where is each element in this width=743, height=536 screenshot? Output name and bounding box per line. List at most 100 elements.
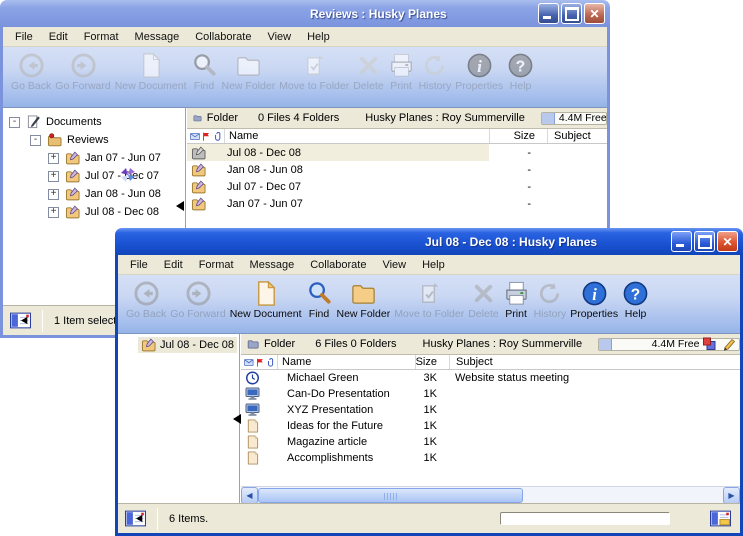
- help-button[interactable]: Help: [505, 52, 536, 92]
- go-back-button[interactable]: Go Back: [124, 280, 168, 320]
- go-back-icon: [133, 280, 160, 307]
- menu-file[interactable]: File: [7, 29, 41, 45]
- free-space-fill: [599, 339, 612, 350]
- menu-help[interactable]: Help: [414, 257, 453, 273]
- menu-bar: File Edit Format Message Collaborate Vie…: [118, 255, 740, 275]
- progress-indicator: [500, 512, 670, 525]
- scroll-right-button[interactable]: ▶: [723, 487, 740, 503]
- close-button[interactable]: [717, 231, 738, 252]
- expander[interactable]: -: [9, 117, 20, 128]
- window-view-icon[interactable]: [702, 337, 716, 351]
- delete-button[interactable]: Delete: [466, 280, 500, 320]
- menu-help[interactable]: Help: [299, 29, 338, 45]
- minimize-button[interactable]: [671, 231, 692, 252]
- expander[interactable]: +: [48, 189, 59, 200]
- folder-icon: [65, 151, 80, 165]
- properties-button[interactable]: Properties: [453, 52, 505, 92]
- list-item-ideas[interactable]: Ideas for the Future 1K: [241, 418, 740, 434]
- flag-columns[interactable]: [187, 129, 224, 143]
- tree-item-reviews[interactable]: - Reviews: [3, 131, 185, 149]
- new-document-button[interactable]: New Document: [228, 280, 304, 320]
- new-document-button[interactable]: New Document: [113, 52, 189, 92]
- folder-icon: [65, 187, 80, 201]
- expander[interactable]: +: [48, 153, 59, 164]
- expander[interactable]: +: [48, 207, 59, 218]
- menu-file[interactable]: File: [122, 257, 156, 273]
- list-item-xyz-presentation[interactable]: XYZ Presentation 1K: [241, 402, 740, 418]
- pane-collapse-arrow[interactable]: [233, 414, 241, 424]
- new-folder-button[interactable]: New Folder: [220, 52, 278, 92]
- maximize-button[interactable]: [561, 3, 582, 24]
- reviews-titlebar[interactable]: Reviews : Husky Planes: [0, 0, 610, 27]
- list-item-jul08[interactable]: Jul 08 - Dec 08 -: [187, 144, 607, 161]
- pencil-icon[interactable]: [722, 337, 736, 351]
- panel-toggle-icon[interactable]: [10, 312, 31, 329]
- folder-selected-icon: [191, 146, 206, 160]
- properties-button[interactable]: Properties: [568, 280, 620, 320]
- list-item-cando-presentation[interactable]: Can-Do Presentation 1K: [241, 386, 740, 402]
- menu-message[interactable]: Message: [242, 257, 303, 273]
- view-switch-icon[interactable]: [710, 510, 731, 527]
- go-back-icon: [18, 52, 45, 79]
- history-button[interactable]: History: [532, 280, 569, 320]
- column-headers: Name Size Subject: [241, 355, 740, 370]
- new-folder-button[interactable]: New Folder: [335, 280, 393, 320]
- column-size[interactable]: Size: [489, 129, 547, 143]
- print-button[interactable]: Print: [386, 52, 417, 92]
- menu-collaborate[interactable]: Collaborate: [302, 257, 374, 273]
- reviews-folder-icon: [47, 133, 62, 147]
- menu-edit[interactable]: Edit: [41, 29, 76, 45]
- find-icon: [191, 52, 218, 79]
- column-subject[interactable]: Subject: [449, 355, 740, 369]
- move-to-folder-icon: [416, 280, 443, 307]
- delete-button[interactable]: Delete: [351, 52, 385, 92]
- column-name[interactable]: Name: [224, 129, 489, 143]
- list-item-michael-green[interactable]: Michael Green 3K Website status meeting: [241, 370, 740, 386]
- find-button[interactable]: Find: [189, 52, 220, 92]
- menu-format[interactable]: Format: [191, 257, 242, 273]
- menu-view[interactable]: View: [374, 257, 414, 273]
- print-button[interactable]: Print: [501, 280, 532, 320]
- current-folder-item[interactable]: Jul 08 - Dec 08: [118, 337, 237, 353]
- tree-item-documents[interactable]: - Documents: [3, 113, 185, 131]
- column-size[interactable]: Size: [415, 355, 449, 369]
- properties-icon: [466, 52, 493, 79]
- menu-format[interactable]: Format: [76, 29, 127, 45]
- move-to-folder-button[interactable]: Move to Folder: [392, 280, 466, 320]
- list-item-accomplishments[interactable]: Accomplishments 1K: [241, 450, 740, 466]
- panel-toggle-icon[interactable]: [125, 510, 146, 527]
- menu-collaborate[interactable]: Collaborate: [187, 29, 259, 45]
- menu-edit[interactable]: Edit: [156, 257, 191, 273]
- column-subject[interactable]: Subject: [547, 129, 607, 143]
- find-button[interactable]: Find: [304, 280, 335, 320]
- divider: [157, 508, 158, 530]
- help-button[interactable]: Help: [620, 280, 651, 320]
- scrollbar-thumb[interactable]: [258, 488, 523, 503]
- list-item-magazine[interactable]: Magazine article 1K: [241, 434, 740, 450]
- horizontal-scrollbar[interactable]: ◀ ▶: [241, 486, 740, 503]
- go-forward-button[interactable]: Go Forward: [168, 280, 227, 320]
- account-name: Husky Planes : Roy Summerville: [423, 338, 583, 350]
- minimize-button[interactable]: [538, 3, 559, 24]
- go-forward-button[interactable]: Go Forward: [53, 52, 112, 92]
- free-space-gauge: 4.4M Free: [541, 112, 607, 125]
- maximize-button[interactable]: [694, 231, 715, 252]
- scrollbar-track[interactable]: [523, 487, 723, 503]
- scroll-left-button[interactable]: ◀: [241, 487, 258, 503]
- go-back-button[interactable]: Go Back: [9, 52, 53, 92]
- move-to-folder-button[interactable]: Move to Folder: [277, 52, 351, 92]
- menu-view[interactable]: View: [259, 29, 299, 45]
- tree-item-jan07[interactable]: + Jan 07 - Jun 07: [3, 149, 185, 167]
- flag-columns[interactable]: [241, 355, 277, 369]
- close-button[interactable]: [584, 3, 605, 24]
- expander[interactable]: +: [48, 171, 59, 182]
- column-name[interactable]: Name: [277, 355, 415, 369]
- menu-message[interactable]: Message: [127, 29, 188, 45]
- history-button[interactable]: History: [417, 52, 454, 92]
- juldec-titlebar[interactable]: Jul 08 - Dec 08 : Husky Planes: [115, 228, 743, 255]
- print-icon: [388, 52, 415, 79]
- expander[interactable]: -: [30, 135, 41, 146]
- file-folder-counts: 0 Files 4 Folders: [258, 112, 339, 124]
- delete-icon: [470, 280, 497, 307]
- envelope-icon: [190, 130, 200, 143]
